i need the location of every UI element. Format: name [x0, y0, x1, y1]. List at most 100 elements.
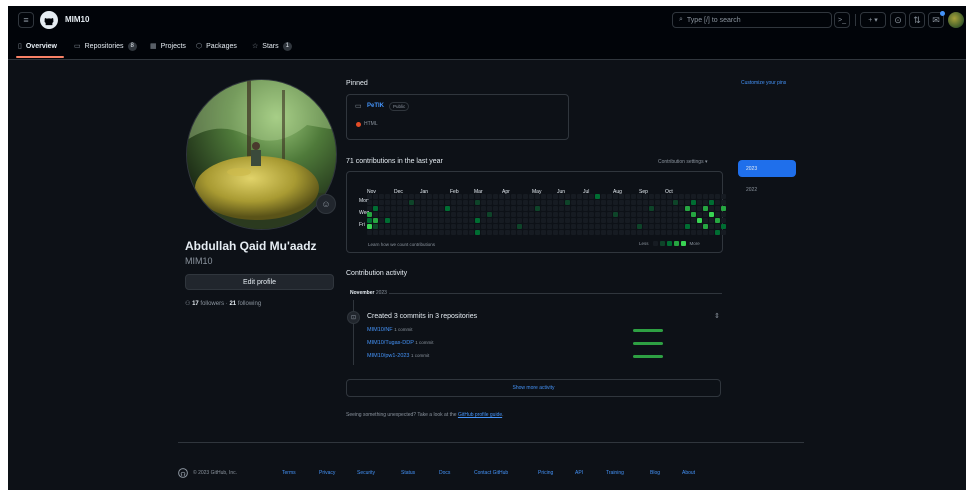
contribution-day[interactable] [427, 224, 432, 229]
contribution-day[interactable] [457, 200, 462, 205]
contribution-day[interactable] [439, 206, 444, 211]
contribution-day[interactable] [433, 218, 438, 223]
contribution-day[interactable] [571, 224, 576, 229]
contribution-day[interactable] [625, 194, 630, 199]
github-footer-logo-icon[interactable] [178, 468, 188, 478]
contribution-day[interactable] [523, 224, 528, 229]
contribution-day[interactable] [667, 230, 672, 235]
contribution-day[interactable] [517, 206, 522, 211]
contribution-day[interactable] [643, 224, 648, 229]
contribution-day[interactable] [685, 194, 690, 199]
footer-link[interactable]: About [682, 470, 695, 476]
contribution-day[interactable] [445, 230, 450, 235]
contribution-day[interactable] [547, 218, 552, 223]
contribution-day[interactable] [655, 194, 660, 199]
contribution-day[interactable] [373, 230, 378, 235]
tab-projects[interactable]: ▦ Projects [150, 39, 186, 53]
contribution-day[interactable] [385, 194, 390, 199]
contribution-day[interactable] [415, 194, 420, 199]
contribution-day[interactable] [631, 194, 636, 199]
contribution-day[interactable] [613, 230, 618, 235]
contribution-day[interactable] [367, 206, 372, 211]
contribution-day[interactable] [637, 200, 642, 205]
contribution-day[interactable] [451, 224, 456, 229]
contribution-day[interactable] [475, 212, 480, 217]
contribution-day[interactable] [571, 230, 576, 235]
contribution-day[interactable] [709, 194, 714, 199]
footer-link[interactable]: Security [357, 470, 375, 476]
contribution-day[interactable] [715, 200, 720, 205]
contribution-day[interactable] [439, 218, 444, 223]
contribution-day[interactable] [583, 194, 588, 199]
tab-stars[interactable]: ☆ Stars 1 [252, 39, 292, 53]
contribution-day[interactable] [703, 212, 708, 217]
contribution-day[interactable] [517, 212, 522, 217]
contribution-day[interactable] [487, 230, 492, 235]
contribution-day[interactable] [403, 200, 408, 205]
tab-overview[interactable]: ▯ Overview [18, 39, 57, 53]
contribution-day[interactable] [421, 206, 426, 211]
contribution-day[interactable] [535, 212, 540, 217]
tab-repositories[interactable]: ▭ Repositories 8 [74, 39, 137, 53]
contribution-day[interactable] [643, 200, 648, 205]
contribution-day[interactable] [589, 224, 594, 229]
contribution-day[interactable] [559, 230, 564, 235]
contribution-day[interactable] [673, 230, 678, 235]
contribution-day[interactable] [673, 218, 678, 223]
contribution-day[interactable] [721, 194, 726, 199]
contribution-day[interactable] [577, 200, 582, 205]
contribution-day[interactable] [673, 224, 678, 229]
contribution-day[interactable] [715, 206, 720, 211]
contribution-day[interactable] [397, 224, 402, 229]
contribution-day[interactable] [697, 212, 702, 217]
contribution-day[interactable] [499, 218, 504, 223]
contribution-day[interactable] [577, 206, 582, 211]
contribution-day[interactable] [385, 218, 390, 223]
contribution-day[interactable] [679, 194, 684, 199]
contribution-day[interactable] [577, 212, 582, 217]
contribution-day[interactable] [601, 206, 606, 211]
contribution-day[interactable] [709, 224, 714, 229]
contribution-day[interactable] [373, 206, 378, 211]
contribution-day[interactable] [463, 230, 468, 235]
contribution-day[interactable] [655, 230, 660, 235]
contribution-day[interactable] [445, 200, 450, 205]
contribution-day[interactable] [433, 212, 438, 217]
contribution-day[interactable] [583, 200, 588, 205]
contribution-day[interactable] [571, 218, 576, 223]
footer-link[interactable]: Pricing [538, 470, 553, 476]
contribution-day[interactable] [595, 194, 600, 199]
contribution-day[interactable] [661, 194, 666, 199]
contribution-day[interactable] [607, 212, 612, 217]
contribution-day[interactable] [523, 212, 528, 217]
contribution-day[interactable] [583, 218, 588, 223]
contribution-day[interactable] [487, 224, 492, 229]
profile-avatar[interactable] [186, 79, 337, 230]
contribution-day[interactable] [463, 212, 468, 217]
contribution-day[interactable] [379, 230, 384, 235]
contribution-day[interactable] [541, 218, 546, 223]
contribution-day[interactable] [451, 212, 456, 217]
contribution-day[interactable] [559, 200, 564, 205]
contribution-day[interactable] [439, 212, 444, 217]
year-2022-button[interactable]: 2022 [746, 187, 757, 193]
contribution-day[interactable] [691, 230, 696, 235]
contribution-day[interactable] [403, 224, 408, 229]
following-link[interactable]: following [238, 301, 261, 307]
contribution-day[interactable] [613, 212, 618, 217]
contribution-day[interactable] [379, 206, 384, 211]
contribution-day[interactable] [667, 218, 672, 223]
contribution-day[interactable] [469, 200, 474, 205]
contribution-day[interactable] [397, 212, 402, 217]
contribution-day[interactable] [703, 224, 708, 229]
contribution-day[interactable] [607, 218, 612, 223]
commit-count-link[interactable]: 1 commit [411, 353, 429, 358]
contribution-day[interactable] [697, 218, 702, 223]
contribution-day[interactable] [475, 218, 480, 223]
contribution-day[interactable] [691, 224, 696, 229]
notifications-button[interactable]: ✉ [928, 11, 945, 28]
contribution-day[interactable] [607, 200, 612, 205]
contribution-day[interactable] [685, 200, 690, 205]
contribution-day[interactable] [385, 230, 390, 235]
contribution-day[interactable] [625, 212, 630, 217]
